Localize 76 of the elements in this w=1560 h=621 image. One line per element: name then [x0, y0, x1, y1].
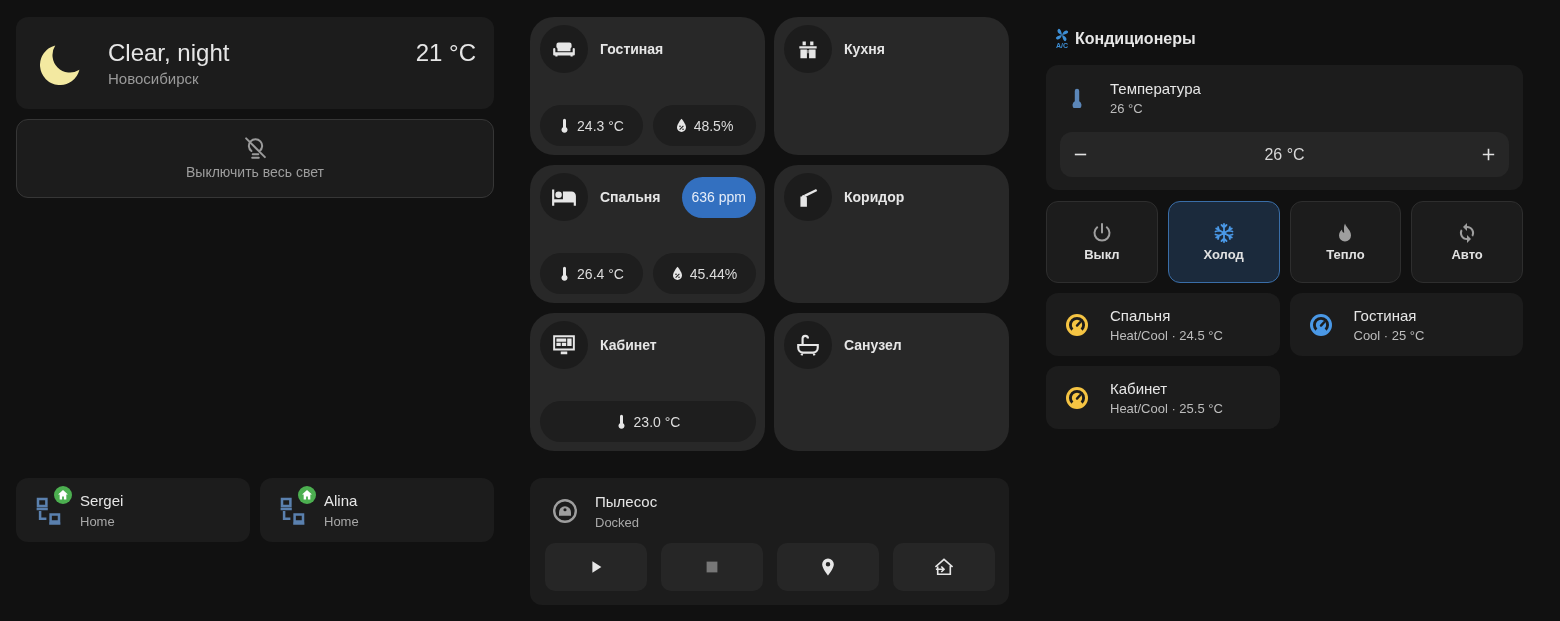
thermostat-card[interactable]: Гостиная Cool · 25 °C — [1289, 293, 1523, 356]
home-badge-icon — [298, 486, 316, 504]
vacuum-name: Пылесос — [595, 491, 658, 511]
thermostat-card[interactable]: Кабинет Heat/Cool · 25.5 °C — [1046, 366, 1280, 429]
barrier-gate-icon — [784, 173, 832, 221]
room-name: Кухня — [844, 41, 885, 57]
person-card[interactable]: Alina Home — [260, 478, 494, 542]
vacuum-state: Docked — [595, 513, 641, 531]
room-card[interactable]: Спальня 636 ppm 26.4 °C 45.44% — [530, 165, 765, 303]
person-name: Sergei — [80, 490, 124, 510]
robot-vacuum-icon — [553, 499, 577, 523]
bed-icon — [540, 173, 588, 221]
water-drop-icon — [675, 118, 687, 133]
counter-icon — [784, 25, 832, 73]
control-name: Температура — [1110, 79, 1201, 98]
thermostat-name: Кабинет — [1110, 378, 1169, 398]
monitor-icon — [540, 321, 588, 369]
co2-reading[interactable]: 636 ppm — [681, 176, 756, 218]
thermostat-name: Гостиная — [1353, 305, 1418, 325]
mode-button[interactable]: Тепло — [1289, 201, 1402, 283]
room-card[interactable]: Гостиная 24.3 °C 48.5% — [530, 17, 765, 155]
room-name: Кабинет — [600, 337, 657, 353]
room-card[interactable]: Кабинет 23.0 °C — [530, 313, 765, 451]
home-badge-icon — [54, 486, 72, 504]
thermostat-name: Спальня — [1110, 305, 1172, 325]
sensor-button[interactable]: 45.44% — [653, 253, 756, 294]
person-state: Home — [80, 512, 116, 530]
sensor-button[interactable]: 24.3 °C — [540, 105, 643, 146]
sensor-button[interactable]: 48.5% — [653, 105, 756, 146]
section-title: Кондиционеры — [1075, 30, 1196, 48]
sensor-button[interactable]: 23.0 °C — [540, 401, 756, 442]
thermometer-icon — [1072, 88, 1082, 108]
lights-off-button[interactable]: Выключить весь свет — [16, 119, 494, 198]
room-name: Спальня — [600, 189, 661, 205]
map-pin-icon — [819, 558, 837, 576]
temperature-card[interactable]: Температура 26 °C 26 °C — [1046, 65, 1523, 190]
room-name: Санузел — [844, 337, 902, 353]
stop-button[interactable] — [661, 543, 763, 591]
thermostat-state: Cool · 25 °C — [1353, 326, 1425, 344]
person-state: Home — [324, 512, 359, 530]
plus-icon — [1482, 148, 1496, 161]
dock-button[interactable] — [893, 543, 995, 591]
fan-icon — [1055, 28, 1069, 42]
thermostat-card[interactable]: Спальня Heat/Cool · 24.5 °C — [1046, 293, 1280, 356]
person-name: Alina — [324, 490, 359, 510]
room-name: Коридор — [844, 189, 905, 205]
lightbulb-off-icon — [244, 137, 266, 159]
room-card[interactable]: Коридор — [774, 165, 1009, 303]
room-card[interactable]: Кухня — [774, 17, 1009, 155]
thermostat-state: Heat/Cool · 25.5 °C — [1110, 399, 1223, 417]
weather-location: Новосибирск — [108, 69, 200, 88]
house-arrow-icon — [935, 558, 953, 576]
vacuum-card[interactable]: Пылесос Docked — [530, 478, 1009, 605]
control-value: 26 °C — [1110, 100, 1144, 117]
weather-card[interactable]: Clear, night Новосибирск 21 °C — [16, 17, 494, 109]
sofa-icon — [540, 25, 588, 73]
weather-condition: Clear, night — [108, 38, 230, 68]
water-drop-icon — [671, 266, 683, 281]
power-icon — [1091, 222, 1112, 243]
snowflake-icon — [1213, 222, 1234, 243]
network-icon — [279, 497, 306, 525]
thermometer-icon — [615, 414, 627, 429]
weather-temperature: 21 °C — [415, 38, 476, 68]
room-name: Гостиная — [600, 41, 664, 57]
mode-button[interactable]: Холод — [1167, 201, 1280, 283]
setpoint-value: 26 °C — [1264, 145, 1305, 164]
network-icon — [35, 497, 62, 525]
thermostat-state: Heat/Cool · 24.5 °C — [1110, 326, 1223, 344]
mode-button[interactable]: Авто — [1411, 201, 1523, 283]
person-card[interactable]: Sergei Home — [16, 478, 250, 542]
bathtub-icon — [784, 321, 832, 369]
locate-button[interactable] — [777, 543, 879, 591]
moon-icon — [40, 45, 80, 85]
sensor-button[interactable]: 26.4 °C — [540, 253, 643, 294]
room-card[interactable]: Санузел — [774, 313, 1009, 451]
mode-button[interactable]: Выкл — [1046, 201, 1158, 283]
